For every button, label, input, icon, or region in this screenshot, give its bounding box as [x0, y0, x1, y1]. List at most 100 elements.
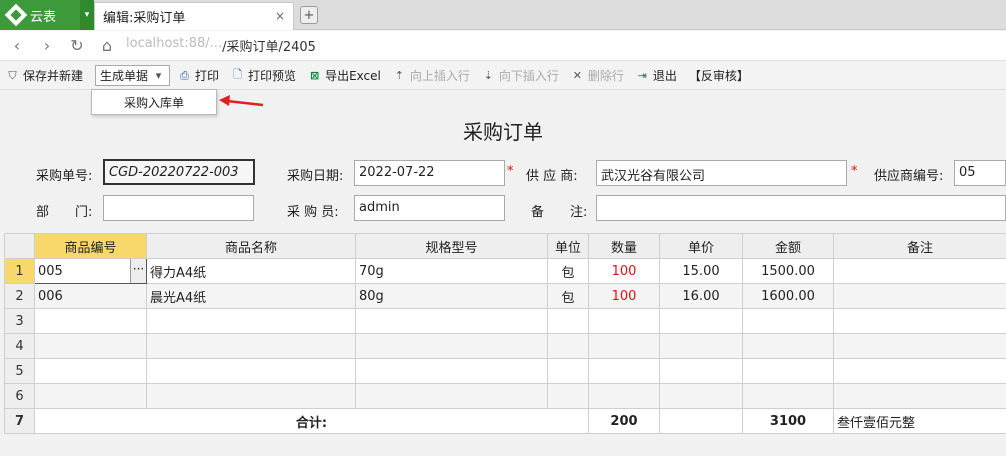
row-number[interactable]: 2: [4, 283, 35, 309]
remark-field[interactable]: [596, 195, 1006, 221]
spec-cell[interactable]: 70g: [355, 258, 548, 284]
total-row: 7 合计: 200 3100 叁仟壹佰元整: [4, 408, 1006, 434]
supplier-field[interactable]: 武汉光谷有限公司: [596, 160, 847, 186]
spec-cell[interactable]: 80g: [355, 283, 548, 309]
supplier-code-field[interactable]: 05: [954, 160, 1006, 186]
row-number[interactable]: 1: [4, 258, 35, 284]
delete-row-button[interactable]: ✕ 删除行: [571, 67, 624, 84]
date-field[interactable]: 2022-07-22: [354, 160, 505, 186]
empty-cell[interactable]: [547, 383, 589, 409]
col-header[interactable]: 备注: [833, 233, 1006, 259]
supplier-label: 供 应 商:: [526, 169, 578, 184]
save-new-button[interactable]: ⛉ 保存并新建: [6, 67, 83, 84]
home-icon[interactable]: ⌂: [94, 33, 120, 59]
empty-cell[interactable]: [547, 333, 589, 359]
empty-cell[interactable]: [146, 308, 356, 334]
order-no-field[interactable]: CGD-20220722-003: [103, 159, 255, 185]
tab-edit-purchase-order[interactable]: 编辑:采购订单 ×: [94, 2, 294, 30]
col-header[interactable]: 金额: [742, 233, 834, 259]
row-number[interactable]: 5: [4, 358, 35, 384]
product-name-cell[interactable]: 得力A4纸: [146, 258, 356, 284]
app-dropdown-icon[interactable]: ▾: [80, 0, 94, 30]
forward-icon[interactable]: ›: [34, 33, 60, 59]
product-code-cell[interactable]: 006: [34, 283, 147, 309]
empty-cell[interactable]: [588, 333, 660, 359]
empty-cell[interactable]: [833, 383, 1006, 409]
qty-cell[interactable]: 100: [588, 258, 660, 284]
unit-cell[interactable]: 包: [547, 258, 589, 284]
col-header[interactable]: 商品编号: [34, 233, 147, 259]
insert-row-below-button[interactable]: ⇣ 向下插入行: [482, 67, 559, 84]
required-mark: *: [507, 164, 514, 179]
empty-cell[interactable]: [588, 358, 660, 384]
empty-cell[interactable]: [742, 333, 834, 359]
empty-cell[interactable]: [742, 358, 834, 384]
col-header[interactable]: 数量: [588, 233, 660, 259]
back-icon[interactable]: ‹: [4, 33, 30, 59]
generate-document-menu: 采购入库单: [91, 89, 217, 115]
col-header[interactable]: 单位: [547, 233, 589, 259]
table-header-row: 商品编号 商品名称 规格型号 单位 数量 单价 金额 备注: [4, 233, 1006, 259]
empty-cell[interactable]: [742, 383, 834, 409]
note-cell[interactable]: [833, 283, 1006, 309]
price-cell[interactable]: 16.00: [659, 283, 743, 309]
generate-document-button[interactable]: 生成单据 ▾: [95, 65, 171, 86]
empty-cell[interactable]: [34, 308, 147, 334]
print-button[interactable]: ⎙ 打印: [178, 67, 219, 84]
tab-close-icon[interactable]: ×: [275, 9, 285, 23]
empty-cell[interactable]: [355, 383, 548, 409]
unreview-button[interactable]: 【反审核】: [689, 67, 749, 84]
empty-cell[interactable]: [659, 383, 743, 409]
print-preview-button[interactable]: 🗋 打印预览: [231, 67, 296, 84]
empty-cell[interactable]: [146, 333, 356, 359]
qty-cell[interactable]: 100: [588, 283, 660, 309]
empty-cell[interactable]: [588, 383, 660, 409]
empty-cell[interactable]: [588, 308, 660, 334]
export-excel-button[interactable]: ⊠ 导出Excel: [308, 67, 381, 84]
exit-button[interactable]: ⇥ 退出: [636, 67, 677, 84]
col-header[interactable]: 规格型号: [355, 233, 548, 259]
empty-cell[interactable]: [355, 358, 548, 384]
empty-cell[interactable]: [355, 333, 548, 359]
row-number[interactable]: 4: [4, 333, 35, 359]
amount-cell[interactable]: 1600.00: [742, 283, 834, 309]
address-bar[interactable]: localhost:88/... /采购订单/2405: [126, 36, 316, 55]
empty-cell[interactable]: [547, 308, 589, 334]
empty-cell[interactable]: [833, 333, 1006, 359]
new-tab-icon[interactable]: +: [300, 6, 318, 24]
empty-cell[interactable]: [659, 358, 743, 384]
empty-cell[interactable]: [547, 358, 589, 384]
price-cell[interactable]: 15.00: [659, 258, 743, 284]
empty-cell[interactable]: [146, 383, 356, 409]
empty-cell[interactable]: [659, 333, 743, 359]
dept-field[interactable]: [103, 195, 254, 221]
buyer-field[interactable]: admin: [354, 195, 505, 221]
product-code-cell[interactable]: 005 ···: [34, 258, 147, 284]
col-header[interactable]: 商品名称: [146, 233, 356, 259]
col-header[interactable]: 单价: [659, 233, 743, 259]
empty-cell[interactable]: [355, 308, 548, 334]
unit-cell[interactable]: 包: [547, 283, 589, 309]
row-number[interactable]: 7: [4, 408, 35, 434]
empty-cell[interactable]: [833, 358, 1006, 384]
empty-cell[interactable]: [34, 383, 147, 409]
page-title: 采购订单: [463, 120, 543, 144]
empty-cell[interactable]: [659, 308, 743, 334]
row-number[interactable]: 6: [4, 383, 35, 409]
app-menu-button[interactable]: 云表: [0, 0, 80, 30]
empty-cell[interactable]: [742, 308, 834, 334]
lookup-ellipsis-icon[interactable]: ···: [130, 259, 146, 283]
row-number[interactable]: 3: [4, 308, 35, 334]
note-cell[interactable]: [833, 258, 1006, 284]
product-name-cell[interactable]: 晨光A4纸: [146, 283, 356, 309]
amount-cell[interactable]: 1500.00: [742, 258, 834, 284]
empty-cell[interactable]: [34, 358, 147, 384]
empty-cell[interactable]: [146, 358, 356, 384]
refresh-icon[interactable]: ↻: [64, 33, 90, 59]
empty-cell[interactable]: [833, 308, 1006, 334]
insert-row-above-button[interactable]: ⇡ 向上插入行: [393, 67, 470, 84]
empty-cell[interactable]: [34, 333, 147, 359]
app-name: 云表: [30, 9, 57, 25]
total-qty: 200: [588, 408, 660, 434]
menu-item-purchase-receipt[interactable]: 采购入库单: [124, 94, 184, 111]
